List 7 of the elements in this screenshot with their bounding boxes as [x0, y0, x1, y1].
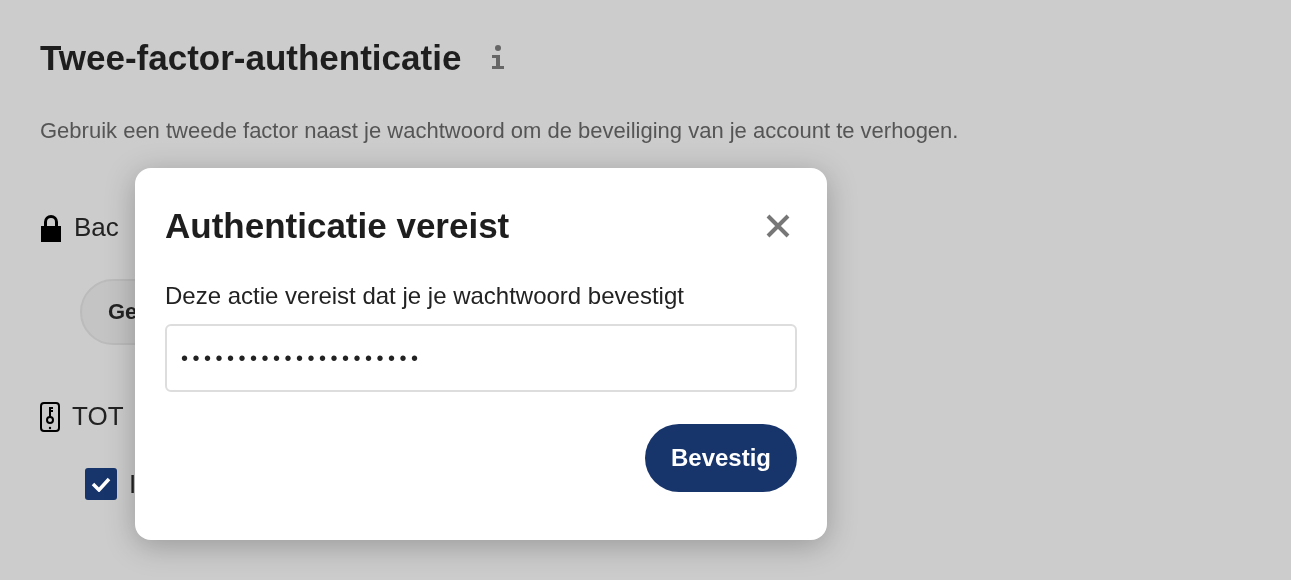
page-description: Gebruik een tweede factor naast je wachtwoord om de beveiliging van je account te verhogen.	[40, 118, 960, 144]
section-heading: Bac	[74, 212, 119, 243]
section-heading: TOT	[72, 401, 124, 432]
checkbox-label: I	[129, 468, 137, 500]
dialog-title: Authenticatie vereist	[165, 206, 510, 246]
dialog-message: Deze actie vereist dat je je wachtwoord bevestigt	[165, 282, 685, 310]
page-title: Twee-factor-authenticatie	[40, 38, 462, 78]
